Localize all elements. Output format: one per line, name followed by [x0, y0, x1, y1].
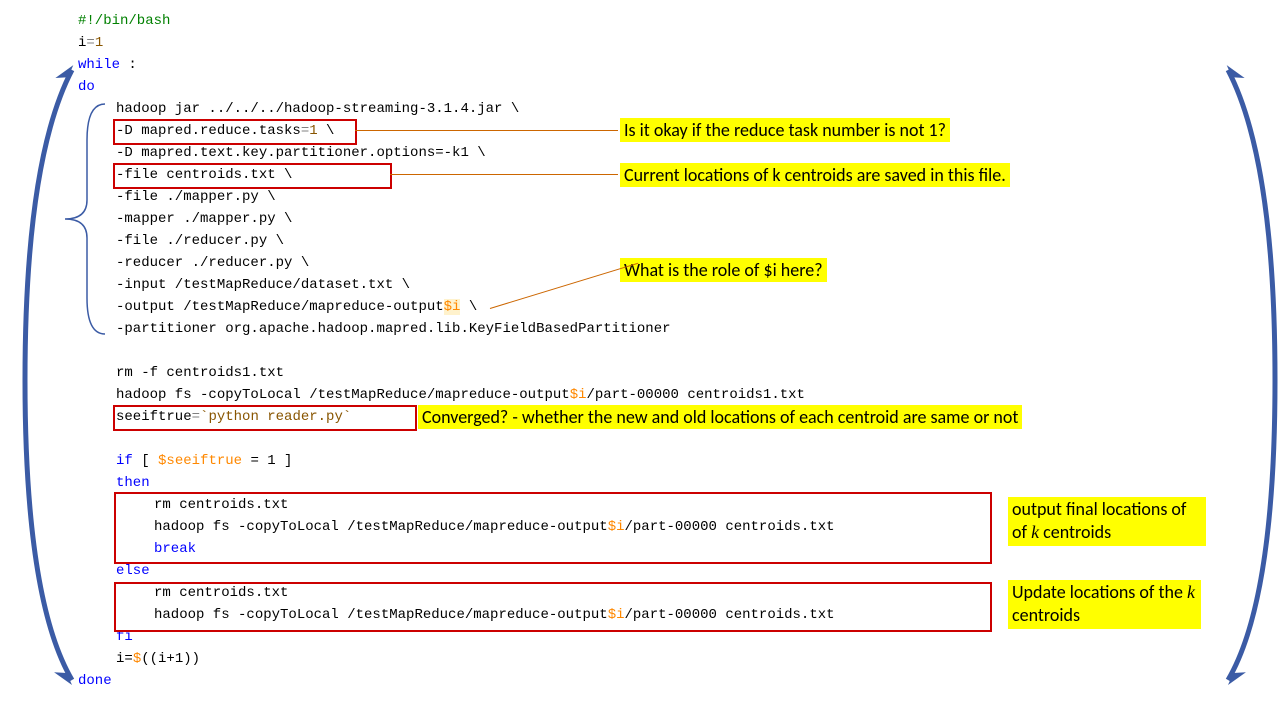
reduce-tasks-line: -D mapred.reduce.tasks: [116, 123, 301, 139]
kw-do: do: [78, 79, 95, 95]
annot-reduce-task: Is it okay if the reduce task number is …: [620, 118, 950, 142]
shebang: #!/bin/bash: [78, 13, 170, 29]
then-rm: rm centroids.txt: [154, 497, 288, 513]
output-var-i: $i: [444, 299, 461, 315]
annot-centroids-file: Current locations of k centroids are sav…: [620, 163, 1010, 187]
file-mapper-line: -file ./mapper.py \: [116, 189, 276, 205]
kw-if: if: [116, 453, 133, 469]
file-reducer-line: -file ./reducer.py \: [116, 233, 284, 249]
kw-else: else: [116, 563, 150, 579]
seeiftrue-var: seeiftrue: [116, 409, 192, 425]
incr-i: i=: [116, 651, 133, 667]
input-line: -input /testMapReduce/dataset.txt \: [116, 277, 410, 293]
output-line: -output /testMapReduce/mapreduce-output: [116, 299, 444, 315]
then-copy: hadoop fs -copyToLocal /testMapReduce/ma…: [154, 519, 608, 535]
annot-output-final: output final locations of of k centroids: [1008, 497, 1206, 546]
mapper-line: -mapper ./mapper.py \: [116, 211, 292, 227]
annot-converged: Converged? - whether the new and old loc…: [418, 405, 1022, 429]
code-block: #!/bin/bash i=1 while : do hadoop jar ..…: [78, 10, 835, 692]
else-rm: rm centroids.txt: [154, 585, 288, 601]
kw-then: then: [116, 475, 150, 491]
rm-centroids1: rm -f centroids1.txt: [116, 365, 284, 381]
annot-update-locations: Update locations of the k centroids: [1008, 580, 1201, 629]
reducer-line: -reducer ./reducer.py \: [116, 255, 309, 271]
hadoop-jar-line: hadoop jar ../../../hadoop-streaming-3.1…: [116, 101, 519, 117]
annot-i-role: What is the role of $i here?: [620, 258, 827, 282]
kw-done: done: [78, 673, 112, 689]
right-loop-arrow-icon: [1210, 60, 1285, 700]
else-copy: hadoop fs -copyToLocal /testMapReduce/ma…: [154, 607, 608, 623]
annot-k1: of k centroids: [1012, 521, 1111, 544]
kw-while: while: [78, 57, 120, 73]
kw-break: break: [154, 541, 196, 557]
partitioner-opts-line: -D mapred.text.key.partitioner.options=-…: [116, 145, 486, 161]
connector-reduce: [355, 130, 618, 131]
connector-centroids: [390, 174, 618, 175]
kw-fi: fi: [116, 629, 133, 645]
backtick-close: `: [343, 409, 351, 425]
partitioner-line: -partitioner org.apache.hadoop.mapred.li…: [116, 321, 671, 337]
copytolocal-1: hadoop fs -copyToLocal /testMapReduce/ma…: [116, 387, 570, 403]
file-centroids-line: -file centroids.txt \: [116, 167, 292, 183]
